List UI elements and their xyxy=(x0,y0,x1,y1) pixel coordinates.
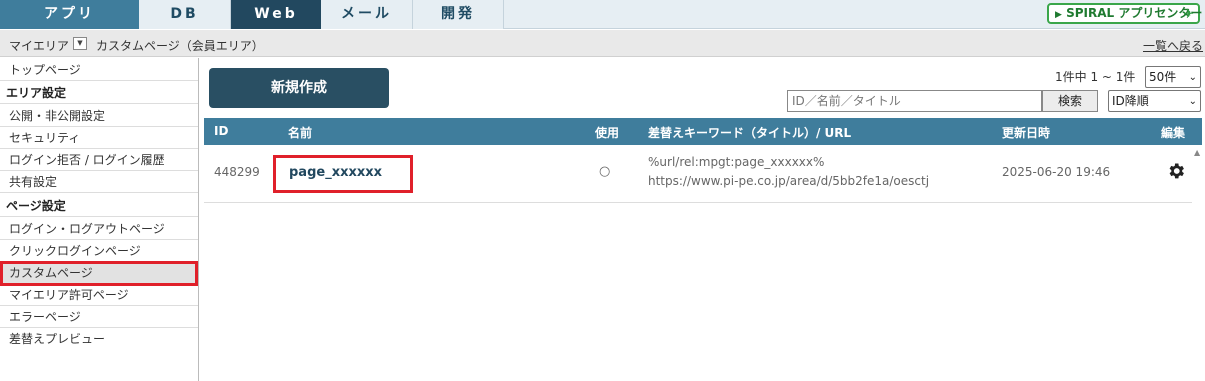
highlight-frame-name xyxy=(273,155,413,193)
sidebar-item-top[interactable]: トップページ xyxy=(0,59,198,81)
scroll-up-arrow-icon[interactable]: ▲ xyxy=(1194,148,1200,157)
sidebar-item-myarea-allowed-page[interactable]: マイエリア許可ページ xyxy=(0,284,198,306)
chevron-down-icon: ⌄ xyxy=(1188,72,1197,83)
sidebar-item-shared-settings[interactable]: 共有設定 xyxy=(0,171,198,193)
tab-mail[interactable]: メール xyxy=(321,0,413,29)
sidebar-item-login-logout-page[interactable]: ログイン・ログアウトページ xyxy=(0,218,198,240)
column-header-use: 使用 xyxy=(595,126,620,140)
gear-icon[interactable] xyxy=(1166,161,1186,181)
sidebar-item-login-denial[interactable]: ログイン拒否 / ログイン履歴 xyxy=(0,149,198,171)
row-keyword: %url/rel:mpgt:page_xxxxxx% xyxy=(648,155,825,169)
sidebar-item-visibility[interactable]: 公開・非公開設定 xyxy=(0,105,198,127)
row-id: 448299 xyxy=(214,165,260,179)
column-header-keyword: 差替えキーワード（タイトル）/ URL xyxy=(648,126,852,140)
sidebar-heading-page-settings: ページ設定 xyxy=(0,195,198,217)
breadcrumb: マイエリア ▼ カスタムページ（会員エリア） 一覧へ戻る xyxy=(0,30,1205,57)
row-url: https://www.pi-pe.co.jp/area/d/5bb2fe1a/… xyxy=(648,174,930,188)
search-input[interactable] xyxy=(787,90,1042,112)
top-navigation: アプリ DB Web メール 開発 ▶ SPIRAL アプリセンター ✈ xyxy=(0,0,1205,29)
chevron-down-icon[interactable]: ▼ xyxy=(73,37,87,50)
sidebar: トップページ エリア設定 公開・非公開設定 セキュリティ ログイン拒否 / ログ… xyxy=(0,58,199,381)
per-page-select[interactable]: 50件 ⌄ xyxy=(1145,66,1201,88)
column-header-updated: 更新日時 xyxy=(1002,126,1051,140)
tab-db[interactable]: DB xyxy=(139,0,231,29)
per-page-value: 50件 xyxy=(1149,70,1177,84)
search-button[interactable]: 検索 xyxy=(1042,90,1098,112)
sort-select[interactable]: ID降順 ⌄ xyxy=(1108,90,1201,112)
tab-app[interactable]: アプリ xyxy=(0,0,139,29)
spiral-app-center-button[interactable]: ▶ SPIRAL アプリセンター ✈ xyxy=(1047,3,1203,24)
new-create-button[interactable]: 新規作成 xyxy=(209,68,389,108)
spiral-button-label: SPIRAL アプリセンター xyxy=(1066,6,1203,20)
column-header-name: 名前 xyxy=(288,126,313,140)
sidebar-item-replace-preview[interactable]: 差替えプレビュー xyxy=(0,328,198,350)
airplane-icon: ✈ xyxy=(1183,7,1194,22)
sidebar-heading-area-settings: エリア設定 xyxy=(0,82,198,104)
table-header: ID 名前 使用 差替えキーワード（タイトル）/ URL 更新日時 編集 xyxy=(204,118,1202,145)
breadcrumb-page: カスタムページ（会員エリア） xyxy=(96,39,264,53)
row-use-status: ○ xyxy=(599,164,611,179)
sort-value: ID降順 xyxy=(1112,94,1149,108)
back-to-list-link[interactable]: 一覧へ戻る xyxy=(1143,37,1203,54)
column-header-edit: 編集 xyxy=(1161,126,1186,140)
tab-web[interactable]: Web xyxy=(231,0,321,29)
sidebar-item-click-login-page[interactable]: クリックログインページ xyxy=(0,240,198,262)
page-count: 1件中 1 ~ 1件 xyxy=(1055,70,1136,84)
column-header-id: ID xyxy=(214,124,229,138)
row-updated: 2025-06-20 19:46 xyxy=(1002,165,1111,179)
tab-dev[interactable]: 開発 xyxy=(413,0,504,29)
sidebar-item-error-page[interactable]: エラーページ xyxy=(0,306,198,328)
highlight-frame-sidebar xyxy=(0,261,198,286)
chevron-down-icon: ⌄ xyxy=(1188,96,1197,107)
play-arrow-icon: ▶ xyxy=(1055,10,1062,20)
breadcrumb-area[interactable]: マイエリア xyxy=(9,37,69,54)
sidebar-item-security[interactable]: セキュリティ xyxy=(0,127,198,149)
